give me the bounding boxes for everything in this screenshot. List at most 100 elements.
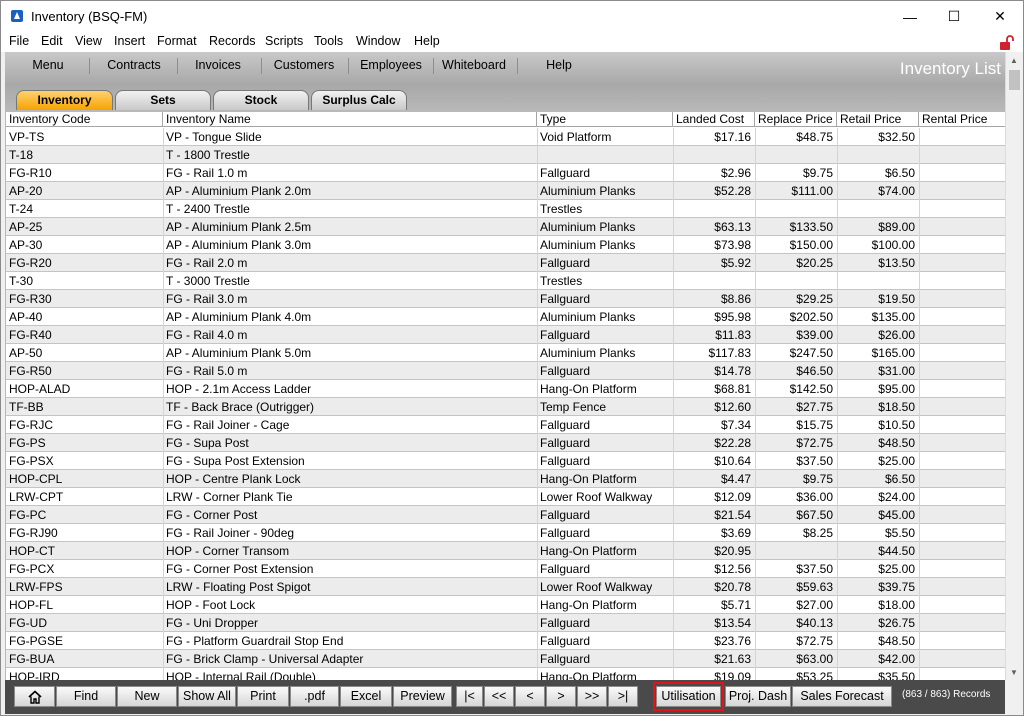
- close-button[interactable]: ✕: [977, 1, 1023, 32]
- cell-replace-price[interactable]: $202.50: [755, 308, 833, 326]
- cell-rental-price[interactable]: [919, 272, 1001, 290]
- page-back-button[interactable]: <<: [484, 686, 514, 707]
- table-row[interactable]: FG-R50 FG - Rail 5.0 m Fallguard $14.78 $46.…: [6, 362, 1005, 380]
- cell-type[interactable]: Hang-On Platform: [540, 470, 670, 488]
- table-row[interactable]: FG-R20 FG - Rail 2.0 m Fallguard $5.92 $20.2…: [6, 254, 1005, 272]
- cell-replace-price[interactable]: $72.75: [755, 434, 833, 452]
- cell-type[interactable]: Trestles: [540, 272, 670, 290]
- menu-tools[interactable]: Tools: [314, 34, 343, 48]
- cell-landed-cost[interactable]: $12.09: [673, 488, 751, 506]
- cell-retail-price[interactable]: $25.00: [837, 560, 915, 578]
- cell-inventory-code[interactable]: LRW-FPS: [9, 578, 161, 596]
- cell-rental-price[interactable]: [919, 398, 1001, 416]
- cell-landed-cost[interactable]: $13.54: [673, 614, 751, 632]
- menu-help[interactable]: Help: [414, 34, 440, 48]
- cell-rental-price[interactable]: [919, 308, 1001, 326]
- cell-replace-price[interactable]: $39.00: [755, 326, 833, 344]
- maximize-button[interactable]: ☐: [931, 1, 977, 32]
- cell-type[interactable]: Fallguard: [540, 326, 670, 344]
- cell-landed-cost[interactable]: $7.34: [673, 416, 751, 434]
- cell-inventory-name[interactable]: TF - Back Brace (Outrigger): [166, 398, 534, 416]
- cell-inventory-name[interactable]: VP - Tongue Slide: [166, 128, 534, 146]
- column-header-landed-cost[interactable]: Landed Cost: [673, 112, 755, 127]
- first-record-button[interactable]: |<: [456, 686, 483, 707]
- cell-inventory-code[interactable]: AP-30: [9, 236, 161, 254]
- cell-replace-price[interactable]: $142.50: [755, 380, 833, 398]
- cell-type[interactable]: Aluminium Planks: [540, 218, 670, 236]
- cell-inventory-name[interactable]: T - 3000 Trestle: [166, 272, 534, 290]
- cell-inventory-code[interactable]: FG-PGSE: [9, 632, 161, 650]
- cell-type[interactable]: Fallguard: [540, 452, 670, 470]
- cell-landed-cost[interactable]: $5.92: [673, 254, 751, 272]
- cell-type[interactable]: Fallguard: [540, 416, 670, 434]
- cell-retail-price[interactable]: [837, 272, 915, 290]
- cell-retail-price[interactable]: $135.00: [837, 308, 915, 326]
- cell-inventory-code[interactable]: AP-40: [9, 308, 161, 326]
- sales-forecast-button[interactable]: Sales Forecast: [792, 686, 892, 707]
- cell-retail-price[interactable]: $6.50: [837, 164, 915, 182]
- excel-button[interactable]: Excel: [340, 686, 392, 707]
- cell-retail-price[interactable]: $18.50: [837, 398, 915, 416]
- table-row[interactable]: LRW-FPS LRW - Floating Post Spigot Lower R…: [6, 578, 1005, 596]
- scroll-down-arrow-icon[interactable]: ▼: [1010, 668, 1018, 677]
- cell-retail-price[interactable]: $13.50: [837, 254, 915, 272]
- cell-inventory-name[interactable]: T - 2400 Trestle: [166, 200, 534, 218]
- menu-view[interactable]: View: [75, 34, 102, 48]
- menu-edit[interactable]: Edit: [41, 34, 63, 48]
- cell-inventory-name[interactable]: FG - Supa Post Extension: [166, 452, 534, 470]
- scroll-up-arrow-icon[interactable]: ▲: [1010, 56, 1018, 65]
- cell-rental-price[interactable]: [919, 524, 1001, 542]
- cell-inventory-code[interactable]: HOP-CPL: [9, 470, 161, 488]
- cell-replace-price[interactable]: $20.25: [755, 254, 833, 272]
- cell-retail-price[interactable]: $45.00: [837, 506, 915, 524]
- table-row[interactable]: AP-50 AP - Aluminium Plank 5.0m Aluminium …: [6, 344, 1005, 362]
- cell-inventory-name[interactable]: HOP - 2.1m Access Ladder: [166, 380, 534, 398]
- cell-rental-price[interactable]: [919, 218, 1001, 236]
- table-row[interactable]: FG-PS FG - Supa Post Fallguard $22.28 $72.75…: [6, 434, 1005, 452]
- table-row[interactable]: HOP-ALAD HOP - 2.1m Access Ladder Hang-On …: [6, 380, 1005, 398]
- table-row[interactable]: HOP-FL HOP - Foot Lock Hang-On Platform $5.…: [6, 596, 1005, 614]
- menu-insert[interactable]: Insert: [114, 34, 145, 48]
- table-row[interactable]: FG-R40 FG - Rail 4.0 m Fallguard $11.83 $39.…: [6, 326, 1005, 344]
- nav-invoices-button[interactable]: Invoices: [185, 58, 251, 76]
- cell-inventory-code[interactable]: HOP-CT: [9, 542, 161, 560]
- tab-sets[interactable]: Sets: [115, 90, 211, 110]
- nav-employees-button[interactable]: Employees: [353, 58, 429, 76]
- cell-type[interactable]: Aluminium Planks: [540, 344, 670, 362]
- next-record-button[interactable]: >: [546, 686, 576, 707]
- cell-replace-price[interactable]: $133.50: [755, 218, 833, 236]
- column-header-type[interactable]: Type: [537, 112, 673, 127]
- cell-retail-price[interactable]: $89.00: [837, 218, 915, 236]
- cell-landed-cost[interactable]: $19.09: [673, 668, 751, 680]
- cell-inventory-code[interactable]: FG-BUA: [9, 650, 161, 668]
- cell-landed-cost[interactable]: $73.98: [673, 236, 751, 254]
- table-row[interactable]: T-18 T - 1800 Trestle: [6, 146, 1005, 164]
- cell-landed-cost[interactable]: $11.83: [673, 326, 751, 344]
- cell-inventory-code[interactable]: T-30: [9, 272, 161, 290]
- cell-inventory-name[interactable]: FG - Rail 4.0 m: [166, 326, 534, 344]
- cell-replace-price[interactable]: [755, 200, 833, 218]
- cell-rental-price[interactable]: [919, 596, 1001, 614]
- cell-type[interactable]: Trestles: [540, 200, 670, 218]
- cell-retail-price[interactable]: $95.00: [837, 380, 915, 398]
- menu-window[interactable]: Window: [356, 34, 400, 48]
- table-row[interactable]: HOP-IRD HOP - Internal Rail (Double) Hang-…: [6, 668, 1005, 680]
- cell-replace-price[interactable]: $9.75: [755, 470, 833, 488]
- cell-rental-price[interactable]: [919, 380, 1001, 398]
- cell-type[interactable]: Fallguard: [540, 362, 670, 380]
- cell-type[interactable]: Fallguard: [540, 560, 670, 578]
- cell-replace-price[interactable]: [755, 146, 833, 164]
- column-header-replace-price[interactable]: Replace Price: [755, 112, 837, 127]
- cell-landed-cost[interactable]: [673, 146, 751, 164]
- table-row[interactable]: FG-UD FG - Uni Dropper Fallguard $13.54 $40.…: [6, 614, 1005, 632]
- cell-inventory-code[interactable]: FG-PSX: [9, 452, 161, 470]
- cell-inventory-code[interactable]: TF-BB: [9, 398, 161, 416]
- cell-inventory-name[interactable]: HOP - Corner Transom: [166, 542, 534, 560]
- cell-inventory-code[interactable]: FG-PC: [9, 506, 161, 524]
- table-row[interactable]: HOP-CPL HOP - Centre Plank Lock Hang-On Pl…: [6, 470, 1005, 488]
- cell-type[interactable]: Fallguard: [540, 164, 670, 182]
- cell-replace-price[interactable]: [755, 272, 833, 290]
- table-row[interactable]: AP-20 AP - Aluminium Plank 2.0m Aluminium …: [6, 182, 1005, 200]
- cell-type[interactable]: Temp Fence: [540, 398, 670, 416]
- cell-landed-cost[interactable]: $68.81: [673, 380, 751, 398]
